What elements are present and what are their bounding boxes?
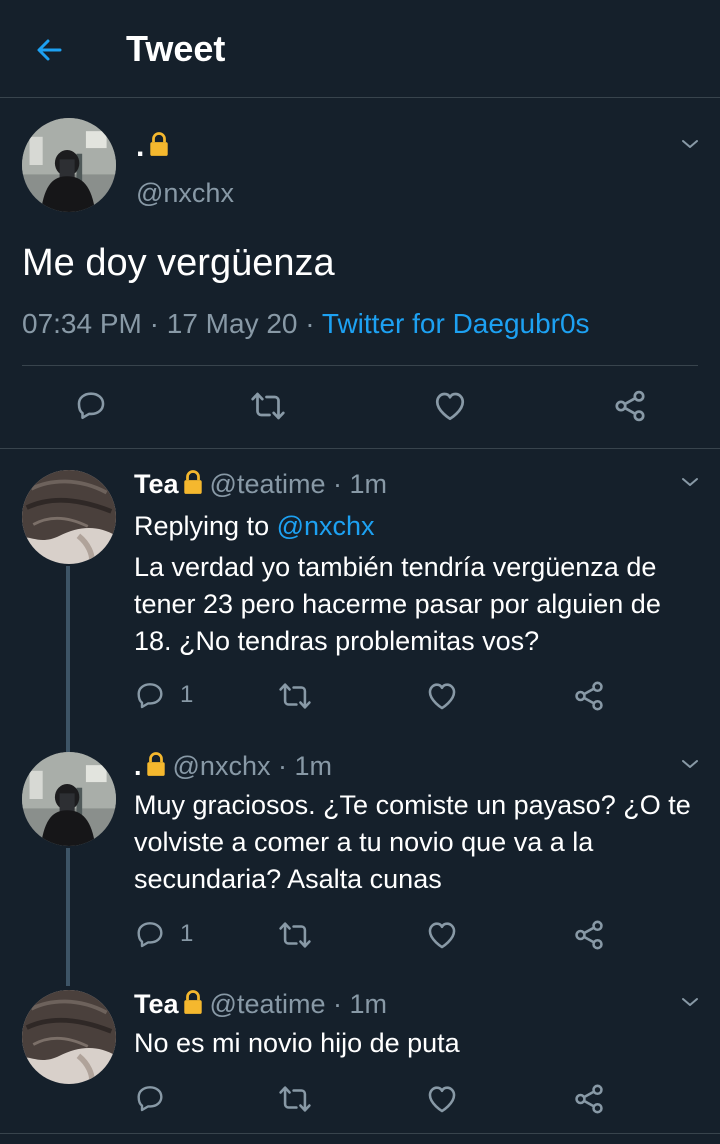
replying-to: Replying to @nxchx: [134, 511, 375, 541]
author-name[interactable]: .: [136, 130, 170, 164]
retweet-icon: [250, 388, 286, 424]
reply-time: 1m: [349, 469, 388, 499]
reply-author-name[interactable]: Tea: [134, 469, 179, 499]
like-button[interactable]: [425, 1082, 459, 1116]
retweet-icon: [278, 1082, 312, 1116]
author-handle[interactable]: @nxchx: [136, 178, 234, 209]
retweet-icon: [278, 679, 312, 713]
avatar[interactable]: [22, 752, 116, 846]
like-button[interactable]: [425, 679, 459, 713]
reply-icon: [134, 679, 166, 711]
chevron-down-icon[interactable]: [678, 990, 702, 1014]
reply-author-name[interactable]: Tea: [134, 989, 179, 1019]
reply-button[interactable]: 1: [134, 679, 193, 711]
divider: [22, 365, 698, 366]
chevron-down-icon[interactable]: [678, 470, 702, 494]
reply-header: Tea @teatime · 1m: [134, 988, 388, 1019]
lock-icon: [182, 468, 204, 496]
thread-line: [66, 566, 70, 752]
divider: [0, 448, 720, 449]
top-bar: Tweet: [0, 0, 720, 98]
retweet-button[interactable]: [278, 1082, 312, 1116]
heart-icon: [425, 918, 459, 952]
share-icon: [612, 388, 648, 424]
reply-header: Tea @teatime · 1m: [134, 468, 388, 499]
retweet-button[interactable]: [278, 918, 312, 952]
reply-header: . @nxchx · 1m: [134, 750, 333, 781]
back-arrow-icon[interactable]: [30, 30, 70, 70]
tweet-text: Me doy vergüenza: [22, 242, 335, 284]
avatar[interactable]: [22, 118, 116, 212]
reply-author-name[interactable]: .: [134, 751, 142, 781]
reply-button[interactable]: [134, 1082, 166, 1114]
share-icon: [572, 679, 606, 713]
thread-line: [66, 848, 70, 986]
reply-count: 1: [180, 920, 194, 947]
chevron-down-icon[interactable]: [678, 752, 702, 776]
retweet-button[interactable]: [250, 388, 286, 424]
reply-time: 1m: [294, 751, 333, 781]
replying-to-handle[interactable]: @nxchx: [277, 511, 375, 541]
share-icon: [572, 1082, 606, 1116]
share-button[interactable]: [572, 918, 606, 952]
heart-icon: [425, 1082, 459, 1116]
share-icon: [572, 918, 606, 952]
tweet-source[interactable]: Twitter for Daegubr0s: [322, 308, 590, 339]
share-button[interactable]: [612, 388, 648, 424]
share-button[interactable]: [572, 1082, 606, 1116]
retweet-button[interactable]: [278, 679, 312, 713]
tweet-time: 07:34 PM: [22, 308, 142, 339]
reply-text: La verdad yo también tendría vergüenza d…: [134, 552, 661, 656]
reply-button[interactable]: [74, 388, 108, 422]
reply-handle[interactable]: @teatime: [210, 989, 326, 1019]
reply-icon: [134, 1082, 166, 1114]
reply-count: 1: [180, 681, 194, 708]
reply-text: Muy graciosos. ¿Te comiste un payaso? ¿O…: [134, 790, 691, 894]
heart-icon: [425, 679, 459, 713]
tweet-date: 17 May 20: [166, 308, 298, 339]
tweet-meta: 07:34 PM · 17 May 20 · Twitter for Daegu…: [22, 308, 590, 339]
heart-icon: [432, 388, 468, 424]
reply-icon: [74, 388, 108, 422]
retweet-icon: [278, 918, 312, 952]
lock-icon: [145, 750, 167, 778]
avatar[interactable]: [22, 470, 116, 564]
lock-icon: [182, 988, 204, 1016]
like-button[interactable]: [425, 918, 459, 952]
like-button[interactable]: [432, 388, 468, 424]
reply-handle[interactable]: @nxchx: [173, 751, 271, 781]
reply-icon: [134, 918, 166, 950]
share-button[interactable]: [572, 679, 606, 713]
reply-handle[interactable]: @teatime: [210, 469, 326, 499]
lock-icon: [148, 130, 170, 158]
chevron-down-icon[interactable]: [678, 132, 702, 156]
reply-button[interactable]: 1: [134, 918, 193, 950]
reply-time: 1m: [349, 989, 388, 1019]
reply-text: No es mi novio hijo de puta: [134, 1028, 460, 1058]
avatar[interactable]: [22, 990, 116, 1084]
divider: [0, 1133, 720, 1134]
author-display-name: .: [136, 130, 145, 163]
page-title: Tweet: [126, 28, 226, 69]
